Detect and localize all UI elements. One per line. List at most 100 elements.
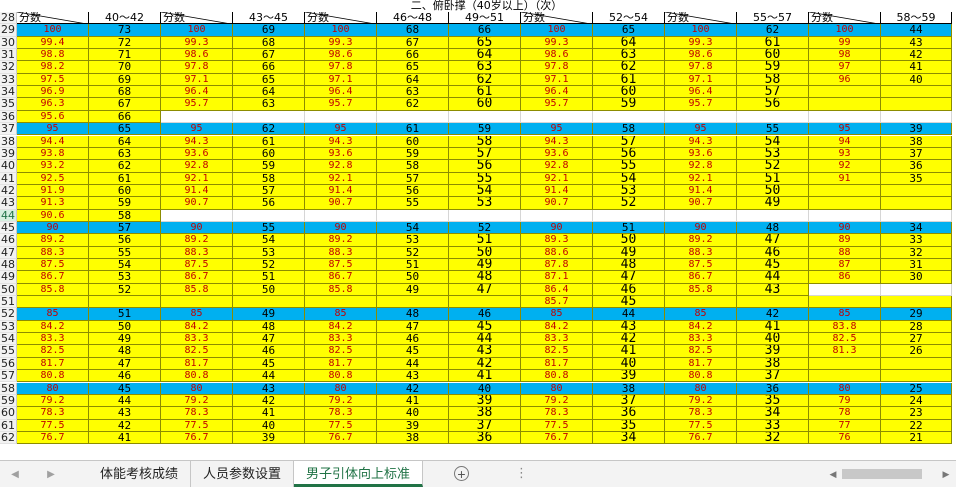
score-cell[interactable]: 86.7 — [665, 271, 737, 284]
score-cell[interactable]: 89.3 — [521, 234, 593, 247]
count-cell[interactable]: 44 — [449, 333, 521, 346]
count-cell[interactable]: 55 — [89, 246, 161, 259]
count-cell[interactable]: 56 — [593, 147, 665, 161]
count-cell[interactable]: 21 — [881, 431, 952, 445]
header-score-cell[interactable]: 分数 — [17, 12, 89, 25]
count-cell[interactable]: 64 — [593, 36, 665, 50]
score-cell[interactable]: 97.1 — [305, 73, 377, 87]
score-cell[interactable]: 97.8 — [521, 61, 593, 74]
score-cell[interactable]: 91.4 — [305, 184, 377, 198]
score-cell[interactable]: 85 — [521, 308, 593, 321]
count-cell[interactable]: 51 — [737, 172, 809, 185]
score-cell[interactable]: 78.3 — [665, 407, 737, 420]
count-cell[interactable]: 54 — [89, 259, 161, 272]
score-cell[interactable]: 80 — [809, 382, 881, 395]
count-cell[interactable]: 55 — [593, 160, 665, 173]
count-cell[interactable]: 59 — [233, 160, 305, 173]
score-cell[interactable] — [809, 86, 881, 99]
row-number[interactable]: 45 — [0, 221, 17, 235]
score-cell[interactable]: 78.3 — [161, 407, 233, 420]
score-cell[interactable]: 80.8 — [665, 370, 737, 383]
count-cell[interactable]: 67 — [377, 36, 449, 50]
score-cell[interactable]: 84.2 — [305, 320, 377, 334]
score-cell[interactable]: 100 — [161, 24, 233, 37]
score-cell[interactable]: 82.5 — [305, 345, 377, 358]
count-cell[interactable] — [737, 209, 809, 222]
row-number[interactable]: 41 — [0, 172, 17, 185]
score-cell[interactable]: 80.8 — [161, 370, 233, 383]
score-cell[interactable]: 98.2 — [17, 61, 89, 74]
count-cell[interactable]: 23 — [881, 407, 952, 420]
score-cell[interactable]: 79.2 — [161, 394, 233, 408]
score-cell[interactable]: 98.6 — [665, 49, 737, 62]
score-cell[interactable]: 77 — [809, 419, 881, 432]
row-number[interactable]: 46 — [0, 234, 17, 247]
score-cell[interactable]: 78 — [809, 407, 881, 420]
count-cell[interactable]: 37 — [881, 147, 952, 161]
count-cell[interactable]: 51 — [449, 234, 521, 247]
count-cell[interactable]: 73 — [89, 24, 161, 37]
count-cell[interactable]: 36 — [449, 431, 521, 445]
score-cell[interactable]: 89.2 — [17, 234, 89, 247]
count-cell[interactable]: 28 — [881, 320, 952, 334]
count-cell[interactable]: 43 — [89, 407, 161, 420]
score-cell[interactable]: 81.7 — [17, 357, 89, 371]
score-cell[interactable]: 83.3 — [665, 333, 737, 346]
count-cell[interactable]: 41 — [377, 394, 449, 408]
row-number[interactable]: 59 — [0, 394, 17, 408]
score-cell[interactable]: 93.6 — [521, 147, 593, 161]
row-number[interactable]: 50 — [0, 283, 17, 297]
score-cell[interactable]: 87.5 — [17, 259, 89, 272]
header-age-range-cell[interactable]: 43～45 — [233, 12, 305, 25]
score-cell[interactable]: 92.8 — [161, 160, 233, 173]
score-cell[interactable]: 99.3 — [521, 36, 593, 50]
count-cell[interactable]: 45 — [449, 320, 521, 334]
score-cell[interactable]: 90.7 — [665, 197, 737, 210]
score-cell[interactable]: 84.2 — [665, 320, 737, 334]
score-cell[interactable]: 90 — [17, 221, 89, 235]
score-cell[interactable]: 93.2 — [17, 160, 89, 173]
score-cell[interactable] — [305, 209, 377, 222]
count-cell[interactable]: 64 — [449, 49, 521, 62]
score-cell[interactable]: 100 — [305, 24, 377, 37]
score-cell[interactable]: 81.7 — [665, 357, 737, 371]
count-cell[interactable]: 59 — [377, 147, 449, 161]
spreadsheet-grid[interactable]: 二、俯卧撑（40岁以上）（次） 28 分数 40～42 分数 43～45 分数 46～48 4… — [0, 0, 956, 460]
count-cell[interactable]: 55 — [449, 172, 521, 185]
count-cell[interactable]: 37 — [737, 370, 809, 383]
score-cell[interactable]: 95 — [521, 123, 593, 136]
count-cell[interactable]: 59 — [737, 61, 809, 74]
score-cell[interactable]: 96.3 — [17, 98, 89, 111]
score-cell[interactable] — [161, 209, 233, 222]
count-cell[interactable] — [593, 110, 665, 124]
score-cell[interactable]: 94 — [809, 135, 881, 148]
count-cell[interactable]: 56 — [377, 184, 449, 198]
count-cell[interactable] — [593, 209, 665, 222]
score-cell[interactable]: 99.4 — [17, 36, 89, 50]
score-cell[interactable]: 99.3 — [665, 36, 737, 50]
row-number[interactable]: 39 — [0, 147, 17, 161]
row-number[interactable]: 35 — [0, 98, 17, 111]
score-cell[interactable]: 85.8 — [17, 283, 89, 297]
count-cell[interactable] — [881, 197, 952, 210]
count-cell[interactable]: 29 — [881, 308, 952, 321]
count-cell[interactable]: 24 — [881, 394, 952, 408]
sheet-tab-personnel[interactable]: 人员参数设置 — [191, 461, 295, 487]
count-cell[interactable]: 48 — [593, 259, 665, 272]
count-cell[interactable]: 34 — [881, 221, 952, 235]
score-cell[interactable] — [665, 296, 737, 309]
score-cell[interactable]: 76 — [809, 431, 881, 445]
row-number[interactable]: 61 — [0, 419, 17, 432]
count-cell[interactable]: 40 — [233, 419, 305, 432]
count-cell[interactable]: 61 — [737, 36, 809, 50]
score-cell[interactable]: 95 — [161, 123, 233, 136]
score-cell[interactable]: 91.4 — [521, 184, 593, 198]
count-cell[interactable]: 57 — [233, 184, 305, 198]
row-number[interactable]: 49 — [0, 271, 17, 284]
count-cell[interactable]: 42 — [593, 333, 665, 346]
count-cell[interactable]: 71 — [89, 49, 161, 62]
score-cell[interactable]: 98.6 — [521, 49, 593, 62]
count-cell[interactable]: 37 — [449, 419, 521, 432]
count-cell[interactable]: 63 — [233, 98, 305, 111]
count-cell[interactable]: 53 — [737, 147, 809, 161]
